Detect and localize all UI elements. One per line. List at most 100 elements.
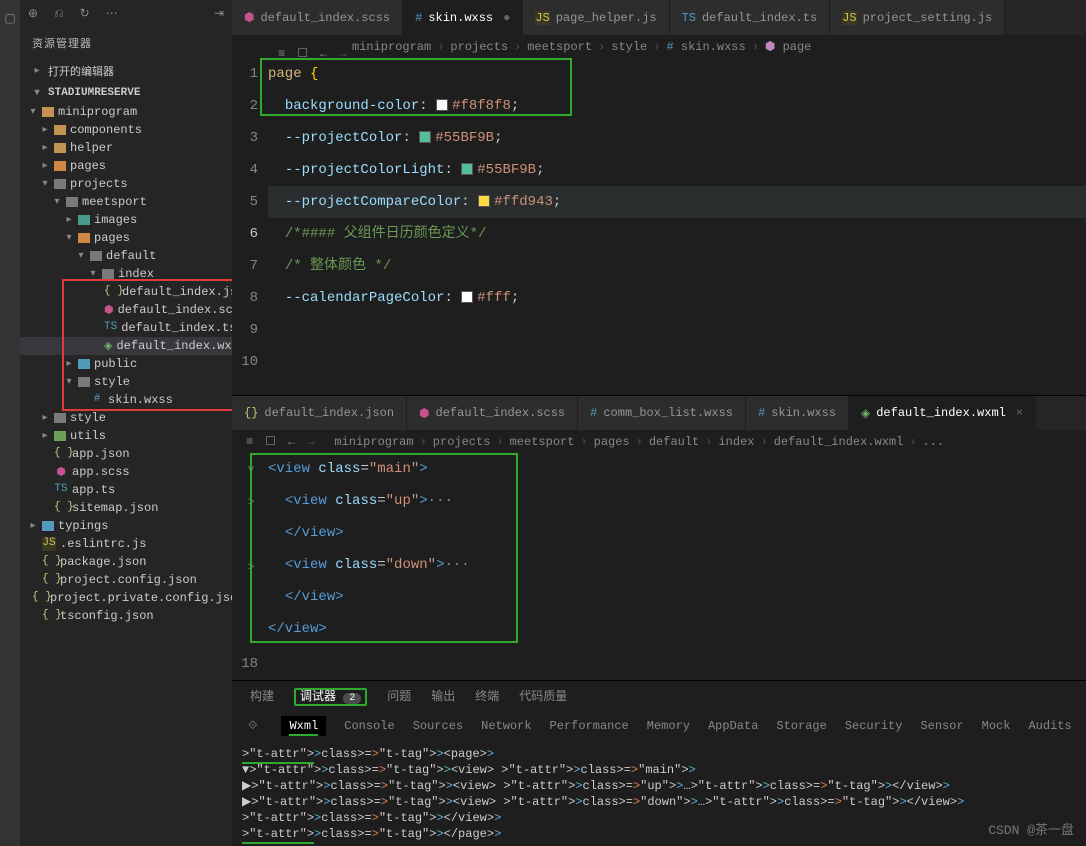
crumb-page[interactable]: ⬢ page xyxy=(765,39,812,54)
file-package.json[interactable]: { }package.json xyxy=(20,553,232,571)
back-icon[interactable]: ← xyxy=(288,435,295,449)
folder-style[interactable]: ▸style xyxy=(20,409,232,427)
folder-pages[interactable]: ▸pages xyxy=(20,157,232,175)
tab-default_index.json[interactable]: {}default_index.json xyxy=(232,396,407,430)
dom-tree[interactable]: >"t-attr">>class>=>"t-tag">><page>>▼>"t-… xyxy=(232,742,1086,846)
folder-meetsport[interactable]: ▾meetsport xyxy=(20,193,232,211)
folder-pages[interactable]: ▾pages xyxy=(20,229,232,247)
crumb-projects[interactable]: projects xyxy=(433,435,491,449)
file-app.ts[interactable]: TSapp.ts xyxy=(20,481,232,499)
panel-tab-代码质量[interactable]: 代码质量 xyxy=(519,687,567,704)
folder-miniprogram[interactable]: ▾miniprogram xyxy=(20,103,232,121)
inspect-icon[interactable]: ⟐ xyxy=(248,719,257,733)
panel-tab-构建[interactable]: 构建 xyxy=(250,687,274,704)
file-tree: ▾miniprogram▸components▸helper▸pages▾pro… xyxy=(20,103,232,846)
panel-tab-终端[interactable]: 终端 xyxy=(475,687,499,704)
bottom-panel: 构建 调试器 2 问题 输出 终端 代码质量 ⟐ Wxml Console Sources Ne… xyxy=(232,680,1086,846)
tab-project_setting.js[interactable]: JSproject_setting.js xyxy=(830,0,1005,35)
devtab-Storage[interactable]: Storage xyxy=(776,719,826,733)
bookmark-icon[interactable]: ☐ xyxy=(265,434,276,449)
file-app.scss[interactable]: ⬢app.scss xyxy=(20,463,232,481)
crumb-index[interactable]: index xyxy=(718,435,754,449)
file-tsconfig.json[interactable]: { }tsconfig.json xyxy=(20,607,232,625)
branch-icon[interactable]: ⎌ xyxy=(54,7,64,21)
file-default_index.json[interactable]: { }default_index.json xyxy=(20,283,232,301)
list-icon[interactable]: ≡ xyxy=(246,435,253,449)
refresh-icon[interactable]: ↻ xyxy=(80,6,90,21)
devtab-Wxml[interactable]: Wxml xyxy=(281,716,326,736)
panel-tab-调试器[interactable]: 调试器 2 xyxy=(294,687,367,704)
devtab-Security[interactable]: Security xyxy=(845,719,903,733)
devtab-Mock[interactable]: Mock xyxy=(982,719,1011,733)
folder-public[interactable]: ▸public xyxy=(20,355,232,373)
devtab-Network[interactable]: Network xyxy=(481,719,531,733)
sidebar-title: 资源管理器 xyxy=(20,27,232,59)
devtab-Audits[interactable]: Audits xyxy=(1028,719,1071,733)
folder-index[interactable]: ▾index xyxy=(20,265,232,283)
devtab-Memory[interactable]: Memory xyxy=(647,719,690,733)
editor-skin-wxss[interactable]: 12345678910 page { background-color: #f8… xyxy=(232,58,1086,395)
watermark: CSDN @茶一盘 xyxy=(988,819,1074,838)
folder-components[interactable]: ▸components xyxy=(20,121,232,139)
devtab-Sources[interactable]: Sources xyxy=(413,719,463,733)
folder-style[interactable]: ▾style xyxy=(20,373,232,391)
file-default_index.wxml[interactable]: ◈default_index.wxml xyxy=(20,337,232,355)
file-sitemap.json[interactable]: { }sitemap.json xyxy=(20,499,232,517)
file-project.private.config.json[interactable]: { }project.private.config.json xyxy=(20,589,232,607)
crumb-miniprogram[interactable]: miniprogram xyxy=(334,435,413,449)
folder-typings[interactable]: ▸typings xyxy=(20,517,232,535)
tab-default_index.wxml[interactable]: ◈default_index.wxml× xyxy=(849,396,1036,430)
tab-default_index.ts[interactable]: TSdefault_index.ts xyxy=(670,0,831,35)
folder-utils[interactable]: ▸utils xyxy=(20,427,232,445)
tab-default_index.scss[interactable]: ⬢default_index.scss xyxy=(232,0,403,35)
devtab-AppData[interactable]: AppData xyxy=(708,719,758,733)
activity-bar: ▢ xyxy=(0,0,20,846)
crumb-default_index.wxml[interactable]: default_index.wxml xyxy=(774,435,904,449)
crumb-meetsport[interactable]: meetsport xyxy=(527,40,592,54)
file-default_index.scss[interactable]: ⬢default_index.scss xyxy=(20,301,232,319)
close-icon[interactable]: × xyxy=(1016,406,1023,420)
new-file-icon[interactable]: ⊕ xyxy=(28,6,38,21)
panel-tab-问题[interactable]: 问题 xyxy=(387,687,411,704)
crumb-...[interactable]: ... xyxy=(923,435,945,449)
sidebar-toolbar: ⊕ ⎌ ↻ ⋯ ⇥ xyxy=(20,0,232,27)
crumb-miniprogram[interactable]: miniprogram xyxy=(352,40,431,54)
editor-tabs-2: {}default_index.json⬢default_index.scss#… xyxy=(232,396,1086,430)
crumb-skin.wxss[interactable]: # skin.wxss xyxy=(666,40,745,54)
crumb-meetsport[interactable]: meetsport xyxy=(510,435,575,449)
forward-icon[interactable]: → xyxy=(307,435,314,449)
tab-page_helper.js[interactable]: JSpage_helper.js xyxy=(523,0,669,35)
sidebar: ⊕ ⎌ ↻ ⋯ ⇥ 资源管理器 ▸打开的编辑器 ▾STADIUMRESERVE … xyxy=(20,0,232,846)
panel-tab-输出[interactable]: 输出 xyxy=(431,687,455,704)
file-default_index.ts[interactable]: TSdefault_index.ts xyxy=(20,319,232,337)
open-editors-section[interactable]: ▸打开的编辑器 xyxy=(20,59,232,83)
file-.eslintrc.js[interactable]: JS.eslintrc.js xyxy=(20,535,232,553)
breadcrumb: miniprogram›projects›meetsport›style›# s… xyxy=(232,35,1086,58)
folder-helper[interactable]: ▸helper xyxy=(20,139,232,157)
tab-default_index.scss[interactable]: ⬢default_index.scss xyxy=(407,396,578,430)
tab-comm_box_list.wxss[interactable]: #comm_box_list.wxss xyxy=(578,396,746,430)
file-app.json[interactable]: { }app.json xyxy=(20,445,232,463)
collapse-icon[interactable]: ⇥ xyxy=(214,6,224,21)
workspace-section[interactable]: ▾STADIUMRESERVE xyxy=(20,83,232,103)
folder-default[interactable]: ▾default xyxy=(20,247,232,265)
tab-skin.wxss[interactable]: #skin.wxss● xyxy=(403,0,523,35)
main-area: ⬢default_index.scss#skin.wxss●JSpage_hel… xyxy=(232,0,1086,846)
devtab-Sensor[interactable]: Sensor xyxy=(920,719,963,733)
tab-skin.wxss[interactable]: #skin.wxss xyxy=(746,396,849,430)
files-icon[interactable]: ▢ xyxy=(0,8,20,28)
devtab-Console[interactable]: Console xyxy=(344,719,394,733)
more-icon[interactable]: ⋯ xyxy=(106,6,118,21)
folder-projects[interactable]: ▾projects xyxy=(20,175,232,193)
folder-images[interactable]: ▸images xyxy=(20,211,232,229)
editor-wxml[interactable]: v>>18 <view class="main"> <view class="u… xyxy=(232,453,1086,680)
file-project.config.json[interactable]: { }project.config.json xyxy=(20,571,232,589)
breadcrumb-2: miniprogram›projects›meetsport›pages›def… xyxy=(326,435,944,449)
crumb-style[interactable]: style xyxy=(611,40,647,54)
editor-tabs: ⬢default_index.scss#skin.wxss●JSpage_hel… xyxy=(232,0,1086,35)
devtab-Performance[interactable]: Performance xyxy=(550,719,629,733)
crumb-default[interactable]: default xyxy=(649,435,699,449)
file-skin.wxss[interactable]: #skin.wxss xyxy=(20,391,232,409)
crumb-projects[interactable]: projects xyxy=(450,40,508,54)
crumb-pages[interactable]: pages xyxy=(594,435,630,449)
